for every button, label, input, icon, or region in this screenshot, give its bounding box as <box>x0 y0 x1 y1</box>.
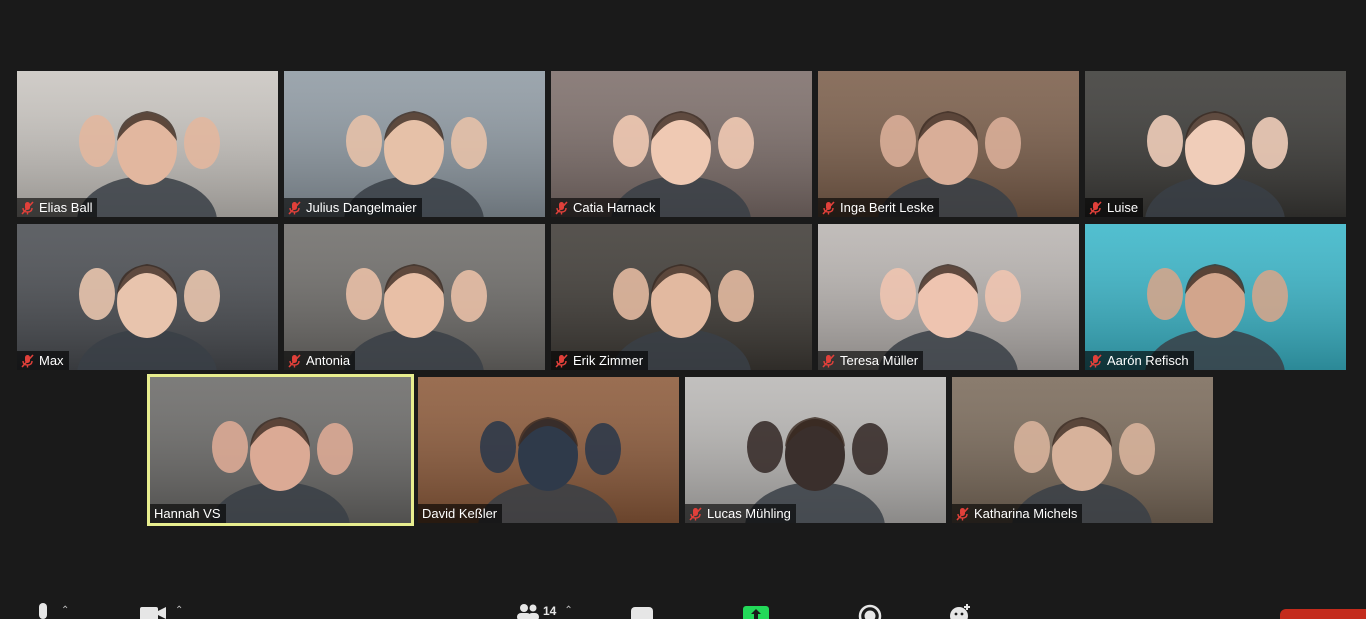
participant-name: Teresa Müller <box>840 353 919 368</box>
participant-name: Katharina Michels <box>974 506 1078 521</box>
chevron-up-icon[interactable]: ⌃ <box>175 605 183 616</box>
participant-nameplate: Aarón Refisch <box>1085 351 1194 370</box>
video-camera-icon <box>139 601 167 619</box>
participant-nameplate: Lucas Mühling <box>685 504 796 523</box>
reactions-icon <box>947 601 973 619</box>
video-tile[interactable]: Teresa Müller <box>818 224 1079 370</box>
participant-name: Antonia <box>306 353 351 368</box>
muted-microphone-icon <box>1089 200 1102 215</box>
participants-icon <box>515 601 541 619</box>
video-tile[interactable]: Julius Dangelmaier <box>284 71 545 217</box>
participant-nameplate: Antonia <box>284 351 356 370</box>
video-feed <box>17 71 278 217</box>
record-button[interactable] <box>858 601 882 619</box>
video-tile[interactable]: Max <box>17 224 278 370</box>
chevron-up-icon[interactable]: ⌃ <box>564 605 572 616</box>
video-tile[interactable]: Inga Berit Leske <box>818 71 1079 217</box>
video-tile[interactable]: Elias Ball <box>17 71 278 217</box>
muted-microphone-icon <box>1089 353 1102 368</box>
participant-name: Catia Harnack <box>573 200 656 215</box>
participant-nameplate: Katharina Michels <box>952 504 1083 523</box>
mute-button[interactable]: ⌃ <box>33 601 69 619</box>
video-tile[interactable]: Lucas Mühling <box>685 377 946 523</box>
participant-nameplate: Inga Berit Leske <box>818 198 939 217</box>
video-tile[interactable]: David Keßler <box>418 377 679 523</box>
microphone-icon <box>33 601 53 619</box>
video-button[interactable]: ⌃ <box>139 601 183 619</box>
video-feed <box>818 224 1079 370</box>
reactions-button[interactable] <box>947 601 973 619</box>
participant-name: David Keßler <box>422 506 498 521</box>
video-feed <box>818 71 1079 217</box>
chat-button[interactable] <box>630 601 654 619</box>
video-feed <box>685 377 946 523</box>
participant-name: Erik Zimmer <box>573 353 644 368</box>
video-tile[interactable]: Katharina Michels <box>952 377 1213 523</box>
video-feed <box>418 377 679 523</box>
video-feed <box>1085 224 1346 370</box>
participant-nameplate: Luise <box>1085 198 1144 217</box>
participant-nameplate: Erik Zimmer <box>551 351 649 370</box>
video-tile[interactable]: Antonia <box>284 224 545 370</box>
participant-nameplate: Elias Ball <box>17 198 98 217</box>
video-feed <box>17 224 278 370</box>
muted-microphone-icon <box>956 506 969 521</box>
video-tile[interactable]: Aarón Refisch <box>1085 224 1346 370</box>
participant-nameplate: Teresa Müller <box>818 351 924 370</box>
video-feed <box>150 377 411 523</box>
end-meeting-button[interactable] <box>1280 609 1366 619</box>
participant-name: Inga Berit Leske <box>840 200 934 215</box>
video-feed <box>551 224 812 370</box>
video-tile[interactable]: Luise <box>1085 71 1346 217</box>
share-screen-icon <box>742 601 770 619</box>
video-feed <box>1085 71 1346 217</box>
muted-microphone-icon <box>288 200 301 215</box>
participant-name: Julius Dangelmaier <box>306 200 417 215</box>
muted-microphone-icon <box>555 353 568 368</box>
meeting-toolbar: ⌃ ⌃ 14 ⌃ <box>0 596 1366 619</box>
muted-microphone-icon <box>555 200 568 215</box>
participant-nameplate: Hannah VS <box>150 504 226 523</box>
muted-microphone-icon <box>822 200 835 215</box>
video-feed <box>551 71 812 217</box>
muted-microphone-icon <box>21 353 34 368</box>
participant-nameplate: David Keßler <box>418 504 503 523</box>
meeting-window: Elias Ball Julius Dangelmaier Catia Harn… <box>0 0 1366 619</box>
video-feed <box>284 224 545 370</box>
participant-name: Max <box>39 353 64 368</box>
chevron-up-icon[interactable]: ⌃ <box>61 605 69 616</box>
video-tile[interactable]: Erik Zimmer <box>551 224 812 370</box>
video-tile[interactable]: Catia Harnack <box>551 71 812 217</box>
video-tile-active-speaker[interactable]: Hannah VS <box>147 374 414 526</box>
participant-nameplate: Catia Harnack <box>551 198 661 217</box>
muted-microphone-icon <box>689 506 702 521</box>
participant-nameplate: Julius Dangelmaier <box>284 198 422 217</box>
muted-microphone-icon <box>822 353 835 368</box>
participant-name: Aarón Refisch <box>1107 353 1189 368</box>
chat-icon <box>630 601 654 619</box>
participants-button[interactable]: 14 ⌃ <box>515 601 573 619</box>
muted-microphone-icon <box>21 200 34 215</box>
participant-name: Elias Ball <box>39 200 93 215</box>
participant-nameplate: Max <box>17 351 69 370</box>
participants-count: 14 <box>543 604 557 618</box>
record-icon <box>858 601 882 619</box>
video-feed <box>952 377 1213 523</box>
share-screen-button[interactable] <box>742 601 770 619</box>
video-feed <box>284 71 545 217</box>
participant-name: Hannah VS <box>154 506 221 521</box>
participant-name: Lucas Mühling <box>707 506 791 521</box>
muted-microphone-icon <box>288 353 301 368</box>
participant-name: Luise <box>1107 200 1139 215</box>
